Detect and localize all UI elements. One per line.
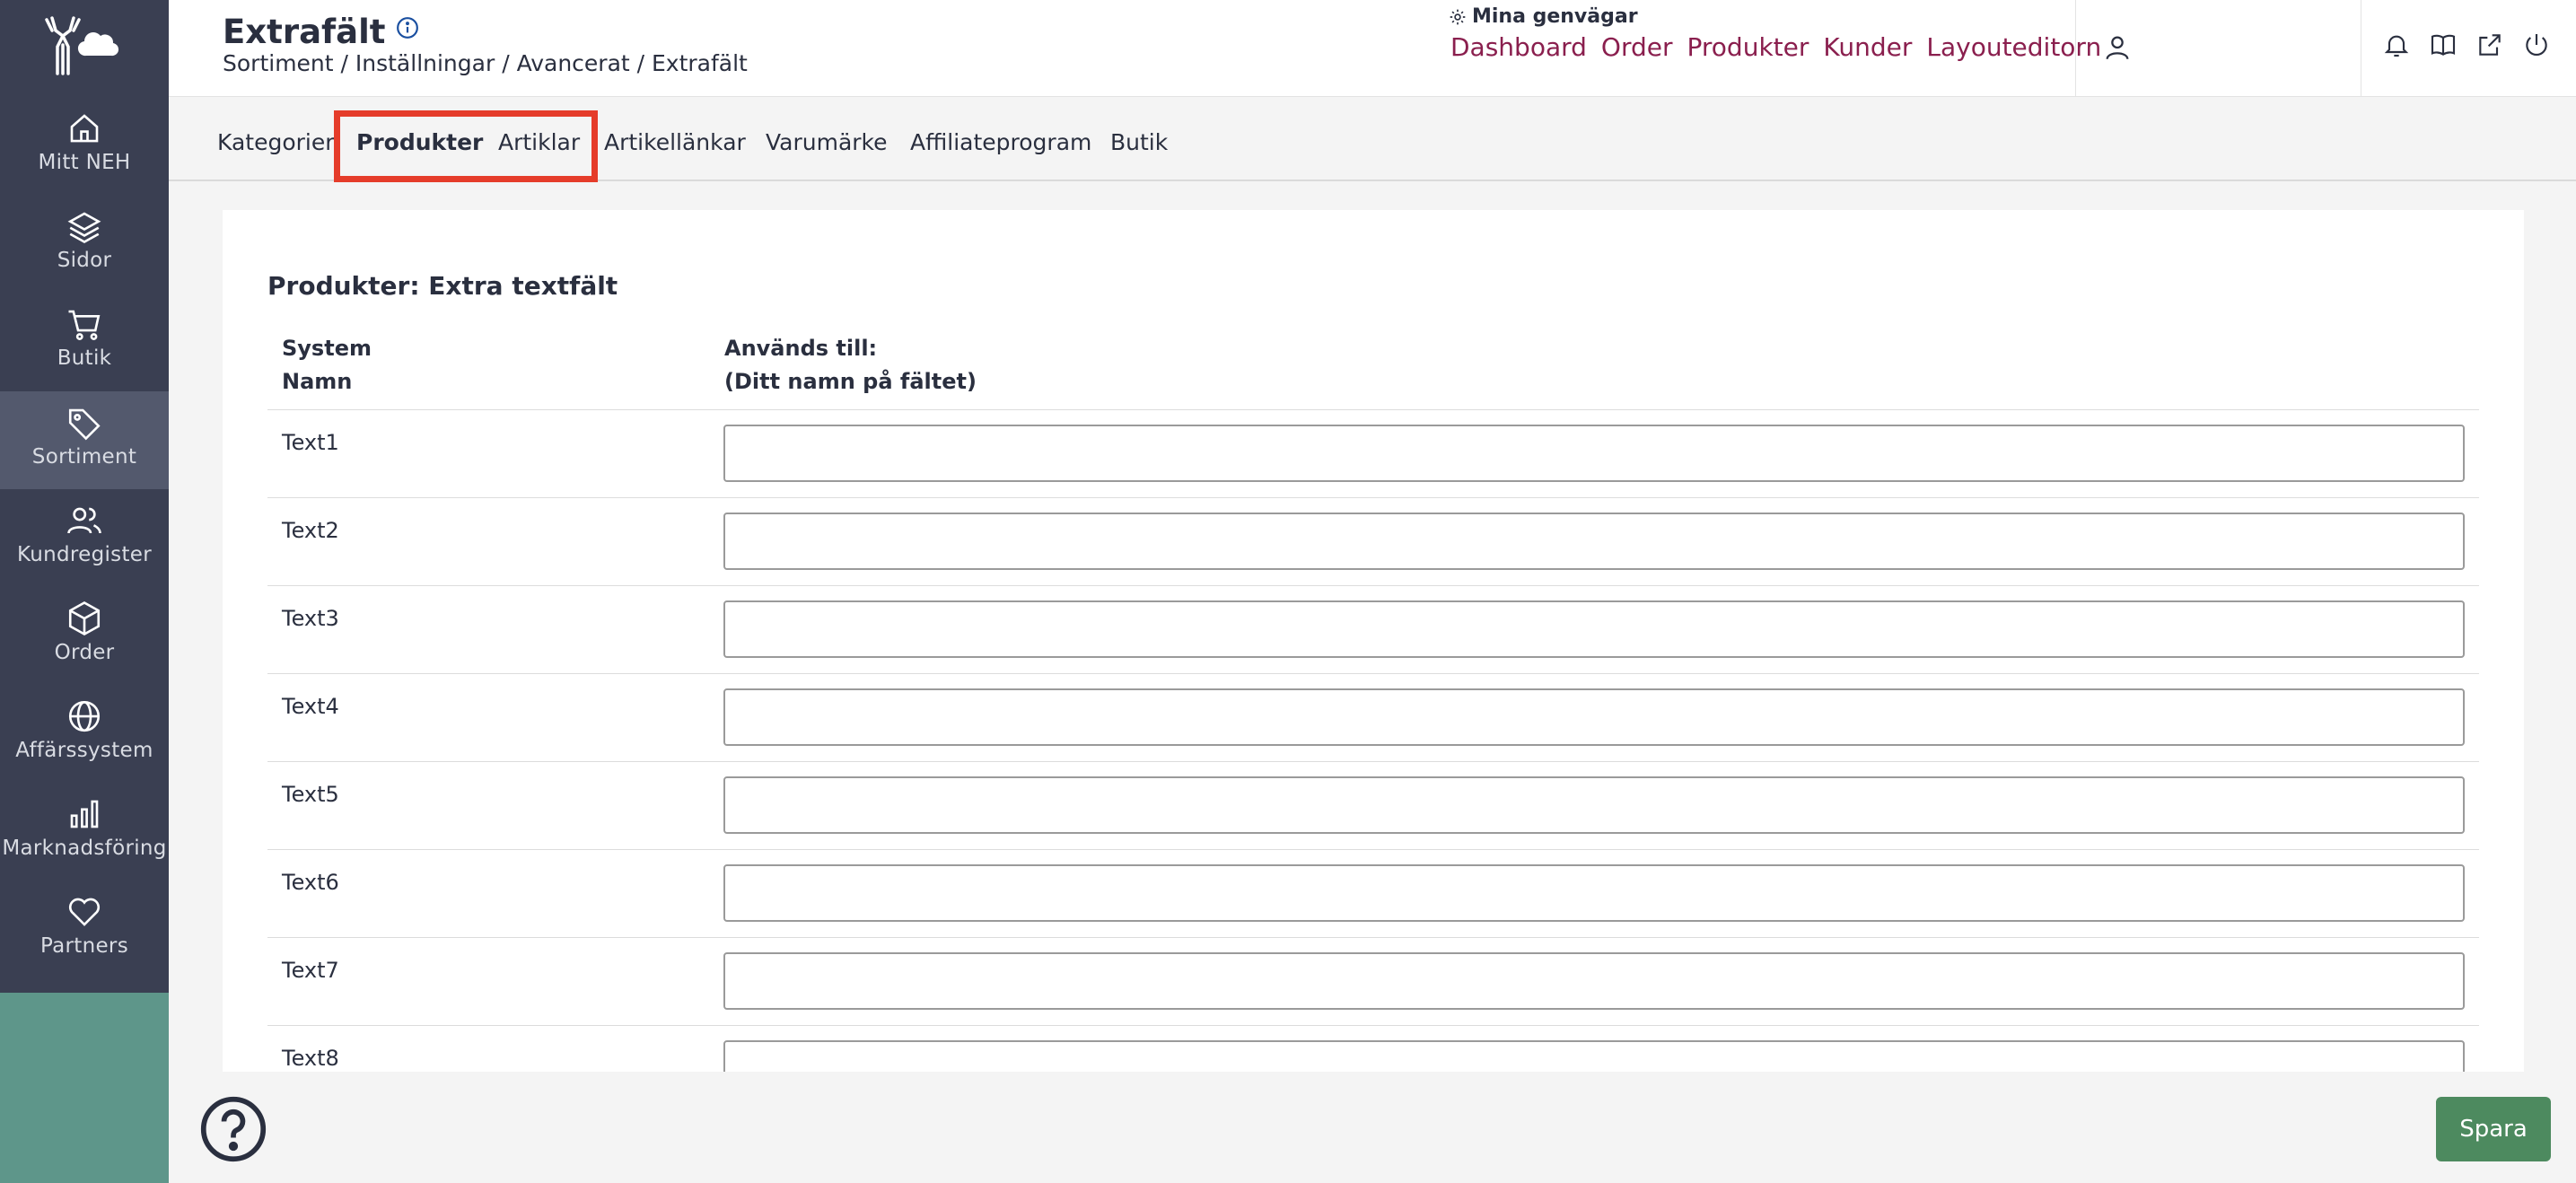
- tab-affiliateprogram[interactable]: Affiliateprogram: [910, 129, 1091, 155]
- gear-icon: [1450, 9, 1466, 24]
- external-link-icon[interactable]: [2475, 31, 2504, 59]
- column-header-used-sub: (Ditt namn på fältet): [724, 369, 977, 394]
- sidebar-nav: Mitt NEH Sidor Butik Sortiment Kundregis…: [0, 0, 169, 993]
- sidebar-item-affarssystem[interactable]: Affärssystem: [0, 685, 169, 783]
- save-button[interactable]: Spara: [2436, 1097, 2551, 1161]
- users-icon: [67, 507, 101, 534]
- breadcrumb: Sortiment / Inställningar / Avancerat / …: [223, 50, 748, 76]
- table-row: Text7: [267, 937, 2479, 1025]
- bell-icon[interactable]: [2382, 31, 2411, 59]
- tab-artikellankar[interactable]: Artikellänkar: [604, 129, 746, 155]
- row-label: Text7: [282, 958, 339, 983]
- cart-icon: [68, 310, 101, 340]
- shortcut-order[interactable]: Order: [1601, 32, 1673, 62]
- top-header: Extrafält Sortiment / Inställningar / Av…: [169, 0, 2576, 97]
- row-label: Text5: [282, 782, 339, 807]
- header-actions: [2382, 31, 2551, 59]
- tab-varumarke[interactable]: Varumärke: [766, 129, 888, 155]
- tab-bar: Kategorier Produkter Artiklar Artikellän…: [169, 97, 2576, 182]
- sidebar-item-butik[interactable]: Butik: [0, 293, 169, 390]
- text7-field[interactable]: [723, 952, 2465, 1010]
- text3-field[interactable]: [723, 600, 2465, 658]
- row-label: Text6: [282, 870, 339, 895]
- row-label: Text3: [282, 606, 339, 631]
- sidebar-item-label: Sidor: [57, 249, 112, 272]
- section-title: Produkter: Extra textfält: [267, 271, 618, 301]
- globe-icon: [68, 700, 101, 732]
- layers-icon: [67, 212, 101, 244]
- sidebar-item-label: Mitt NEH: [38, 151, 131, 174]
- page-title: Extrafält: [223, 13, 419, 51]
- sidebar-item-label: Order: [54, 641, 115, 664]
- shortcuts-bar: Dashboard Order Produkter Kunder Layoute…: [1450, 32, 2101, 62]
- column-header-system: System: [282, 336, 372, 361]
- text5-field[interactable]: [723, 776, 2465, 834]
- book-icon[interactable]: [2429, 31, 2458, 59]
- sidebar-item-marknadsforing[interactable]: Marknadsföring: [0, 783, 169, 881]
- table-row: Text3: [267, 585, 2479, 673]
- highlight-annotation: [334, 110, 598, 182]
- text6-field[interactable]: [723, 864, 2465, 922]
- shortcut-produkter[interactable]: Produkter: [1687, 32, 1809, 62]
- column-header-system-name: System Namn: [282, 332, 372, 399]
- sidebar-item-mitt-neh[interactable]: Mitt NEH: [0, 97, 169, 195]
- text2-field[interactable]: [723, 513, 2465, 570]
- page-title-text: Extrafält: [223, 13, 386, 51]
- sidebar-item-order[interactable]: Order: [0, 587, 169, 685]
- sidebar-item-partners[interactable]: Partners: [0, 881, 169, 978]
- sidebar-item-sortiment[interactable]: Sortiment: [0, 391, 169, 489]
- row-label: Text2: [282, 518, 339, 543]
- tag-icon: [68, 408, 101, 441]
- text8-field[interactable]: [723, 1040, 2465, 1072]
- text4-field[interactable]: [723, 688, 2465, 746]
- tab-butik[interactable]: Butik: [1110, 129, 1168, 155]
- sidebar-item-label: Affärssystem: [15, 739, 153, 762]
- header-divider: [2075, 0, 2076, 97]
- home-icon: [70, 114, 99, 143]
- user-icon[interactable]: [2102, 32, 2133, 63]
- sidebar-item-label: Sortiment: [31, 445, 137, 469]
- extra-fields-card: Produkter: Extra textfält System Namn An…: [223, 210, 2524, 1072]
- sidebar-item-label: Butik: [57, 346, 112, 370]
- sidebar-item-kundregister[interactable]: Kundregister: [0, 489, 169, 587]
- box-icon: [68, 600, 101, 636]
- info-icon[interactable]: [396, 16, 419, 39]
- table-row: Text4: [267, 673, 2479, 761]
- help-icon[interactable]: [199, 1095, 267, 1163]
- sidebar-item-label: Kundregister: [17, 543, 152, 566]
- sidebar: Mitt NEH Sidor Butik Sortiment Kundregis…: [0, 0, 169, 1183]
- power-icon[interactable]: [2522, 31, 2551, 59]
- row-label: Text1: [282, 430, 339, 455]
- tab-kategorier[interactable]: Kategorier: [217, 129, 335, 155]
- table-row: Text6: [267, 849, 2479, 937]
- table-row: Text2: [267, 497, 2479, 585]
- column-header-name: Namn: [282, 369, 353, 394]
- column-header-used: Används till:: [724, 336, 878, 361]
- table-row: Text5: [267, 761, 2479, 849]
- text1-field[interactable]: [723, 425, 2465, 482]
- sidebar-item-label: Marknadsföring: [2, 837, 167, 860]
- bar-chart-icon: [70, 800, 99, 828]
- column-header-used-for: Används till: (Ditt namn på fältet): [724, 332, 977, 399]
- sidebar-item-label: Partners: [40, 934, 128, 958]
- footer-bar: Spara: [169, 1072, 2576, 1183]
- row-label: Text8: [282, 1046, 339, 1071]
- table-row: Text1: [267, 409, 2479, 497]
- sidebar-item-sidor[interactable]: Sidor: [0, 195, 169, 293]
- moose-cloud-logo-icon[interactable]: [39, 9, 120, 81]
- shortcut-dashboard[interactable]: Dashboard: [1450, 32, 1587, 62]
- table-row: Text8: [267, 1025, 2479, 1072]
- shortcuts-title: Mina genvägar: [1449, 5, 1638, 28]
- row-label: Text4: [282, 694, 339, 719]
- heart-icon: [69, 898, 100, 926]
- shortcuts-title-text: Mina genvägar: [1472, 5, 1638, 28]
- shortcut-kunder[interactable]: Kunder: [1823, 32, 1912, 62]
